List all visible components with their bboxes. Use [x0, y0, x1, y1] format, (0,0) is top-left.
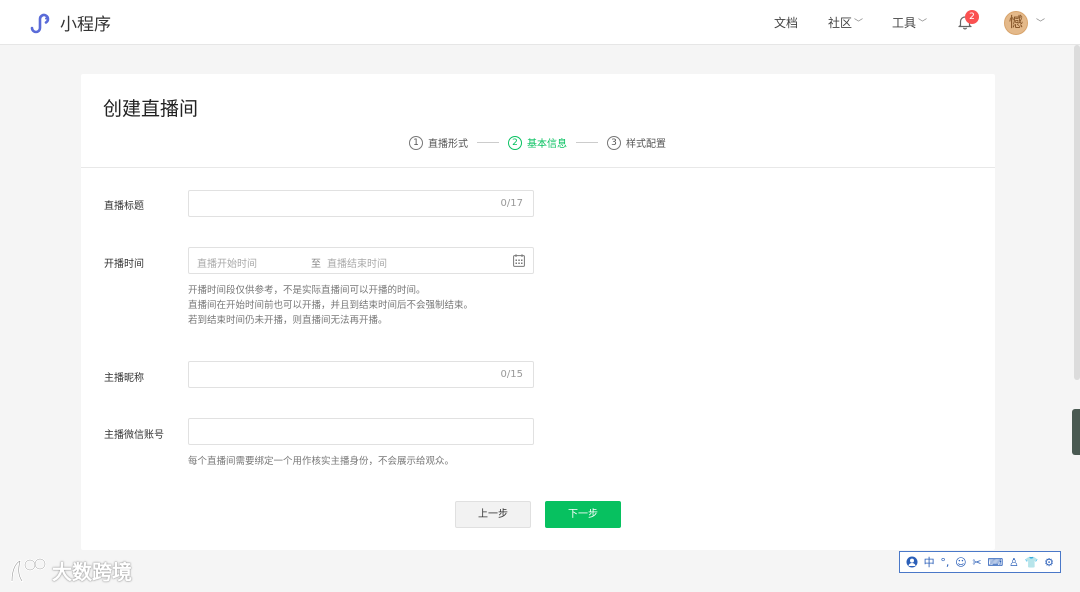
step-1: 1 直播形式	[409, 135, 468, 150]
time-label: 开播时间	[104, 259, 144, 270]
ime-punctuation-icon[interactable]: °,	[940, 556, 949, 569]
step-2-label: 基本信息	[527, 139, 567, 150]
wechat-label: 主播微信账号	[104, 430, 164, 441]
step-3-number: 3	[607, 135, 621, 150]
nav-docs[interactable]: 文档	[774, 0, 798, 45]
ime-scissors-icon[interactable]: ✂	[972, 556, 981, 569]
step-1-number: 1	[409, 135, 423, 150]
wechat-hint: 每个直播间需要绑定一个用作核实主播身份，不会展示给观众。	[188, 456, 455, 467]
watermark: 大数跨境	[8, 555, 132, 585]
wechat-input[interactable]	[188, 418, 534, 445]
step-3-label: 样式配置	[626, 139, 666, 150]
prev-step-button[interactable]: 上一步	[455, 501, 531, 528]
nav-tools-label: 工具	[892, 16, 917, 30]
create-live-room-card: 创建直播间 1 直播形式 2 基本信息 3 样式配置 直播标题 0/17 开播时…	[81, 74, 995, 550]
chevron-down-icon: ﹀	[854, 19, 864, 29]
time-hint-line: 开播时间段仅供参考，不是实际直播间可以开播的时间。	[188, 285, 426, 296]
step-1-label: 直播形式	[428, 139, 468, 150]
ime-logo-icon[interactable]	[906, 556, 918, 568]
nickname-input[interactable]: 0/15	[188, 361, 534, 388]
nickname-counter: 0/15	[500, 369, 523, 380]
nav-tools[interactable]: 工具 ﹀	[892, 0, 927, 45]
step-3: 3 样式配置	[607, 135, 666, 150]
step-connector	[576, 142, 598, 143]
calendar-icon[interactable]	[513, 254, 525, 267]
time-hint-line: 若到结束时间仍未开播，则直播间无法再开播。	[188, 315, 388, 326]
time-hint: 开播时间段仅供参考，不是实际直播间可以开播的时间。 直播间在开始时间前也可以开播…	[188, 283, 473, 328]
watermark-text: 大数跨境	[52, 559, 132, 584]
ime-emoji-icon[interactable]: ☺	[955, 556, 966, 569]
page-title: 创建直播间	[103, 98, 199, 120]
step-2: 2 基本信息	[508, 135, 567, 150]
side-panel-handle[interactable]	[1072, 409, 1080, 455]
avatar-glyph: 憾	[1009, 15, 1023, 31]
watermark-logo-icon	[10, 558, 46, 583]
start-time-input[interactable]: 直播开始时间	[197, 255, 257, 270]
time-range-picker[interactable]: 直播开始时间 至 直播结束时间	[188, 247, 534, 274]
ime-keyboard-icon[interactable]: ⌨	[987, 556, 1003, 569]
nav-docs-label: 文档	[774, 16, 799, 30]
title-input[interactable]: 0/17	[188, 190, 534, 217]
ime-mode-toggle[interactable]: 中	[924, 554, 935, 570]
page-scrollbar[interactable]	[1074, 45, 1080, 380]
step-indicator: 1 直播形式 2 基本信息 3 样式配置	[409, 135, 666, 150]
chevron-down-icon: ﹀	[918, 19, 928, 29]
nav-community-label: 社区	[828, 16, 853, 30]
next-step-button[interactable]: 下一步	[545, 501, 621, 528]
nav-community[interactable]: 社区 ﹀	[828, 0, 863, 45]
app-name: 小程序	[60, 15, 111, 35]
avatar[interactable]: 憾	[1004, 11, 1028, 35]
ime-toolbar: 中 °, ☺ ✂ ⌨ ♙ 👕 ⚙	[899, 551, 1061, 573]
notification-badge: 2	[965, 10, 979, 24]
end-time-input[interactable]: 直播结束时间	[327, 255, 387, 270]
top-navbar: 小程序 文档 社区 ﹀ 工具 ﹀ 2 憾 ﹀	[0, 0, 1080, 45]
time-hint-line: 直播间在开始时间前也可以开播，并且到结束时间后不会强制结束。	[188, 300, 474, 311]
ime-skin-icon[interactable]: 👕	[1025, 556, 1039, 569]
nickname-label: 主播昵称	[104, 373, 144, 384]
chevron-down-icon[interactable]: ﹀	[1036, 16, 1045, 29]
ime-settings-icon[interactable]: ⚙	[1044, 556, 1054, 569]
title-counter: 0/17	[500, 198, 523, 209]
range-separator: 至	[311, 259, 321, 270]
step-connector	[477, 142, 499, 143]
title-label: 直播标题	[104, 201, 144, 212]
ime-user-icon[interactable]: ♙	[1009, 556, 1019, 569]
miniprogram-logo-icon	[30, 13, 50, 33]
divider	[81, 167, 995, 168]
app-logo[interactable]: 小程序	[28, 10, 111, 35]
step-2-number: 2	[508, 135, 522, 150]
